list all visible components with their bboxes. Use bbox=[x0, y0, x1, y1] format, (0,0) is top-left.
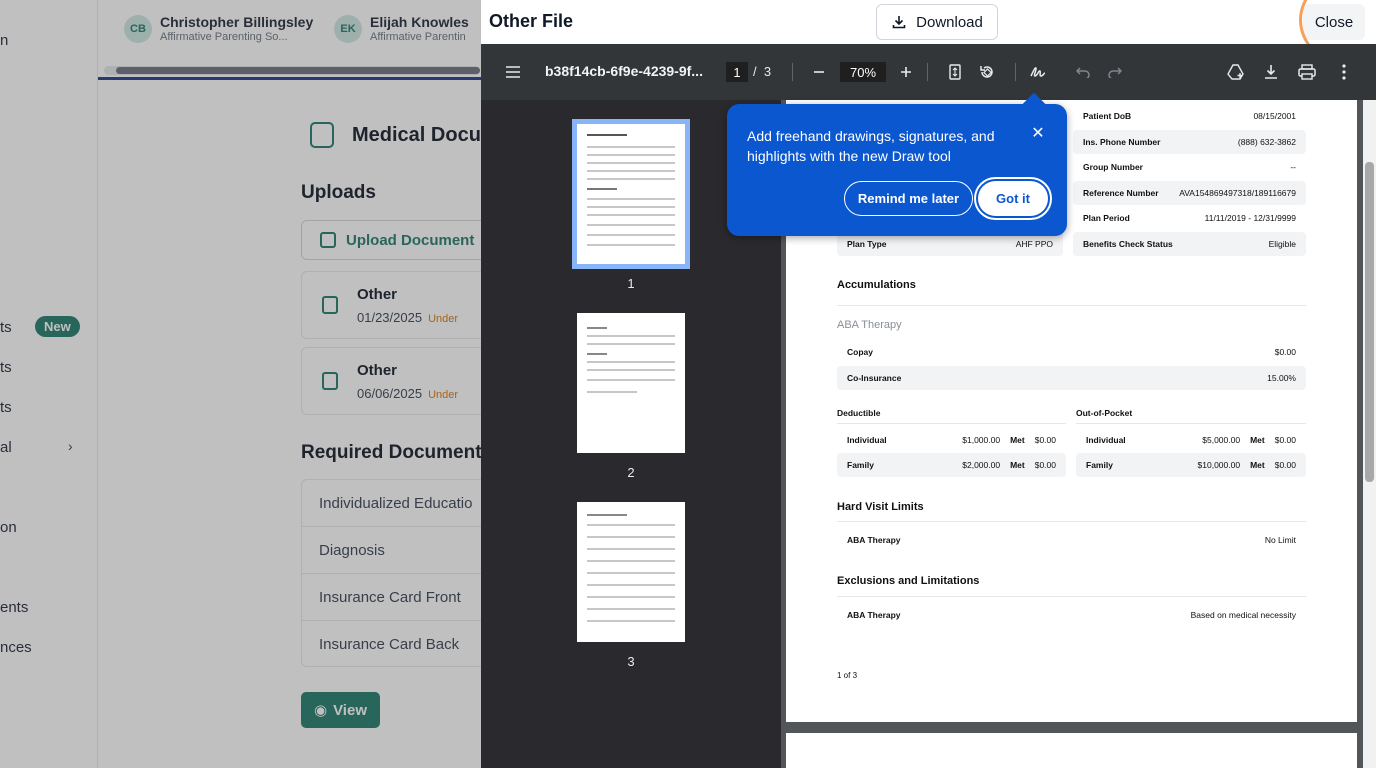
modal-header: Other File Download Close bbox=[481, 0, 1376, 68]
page-thumbnail-1[interactable] bbox=[572, 119, 690, 269]
download-button[interactable]: Download bbox=[876, 4, 998, 40]
pdf-download-icon[interactable] bbox=[1259, 60, 1283, 84]
page-thumbnail-2[interactable] bbox=[577, 313, 685, 453]
kv-row: Ins. Phone Number (888) 632-3862 bbox=[1073, 130, 1306, 154]
page-total: / 3 bbox=[753, 64, 772, 79]
kv-row: Co-Insurance 15.00% bbox=[837, 366, 1306, 390]
kv-row: Group Number -- bbox=[1083, 162, 1296, 172]
kv-row: Family $10,000.00 Met $0.00 bbox=[1076, 453, 1306, 477]
rotate-icon[interactable] bbox=[975, 60, 999, 84]
zoom-input[interactable]: 70% bbox=[840, 62, 886, 82]
document-page-2 bbox=[786, 733, 1357, 768]
thumbnail-number: 2 bbox=[627, 465, 635, 480]
accumulations-heading: Accumulations bbox=[837, 279, 916, 291]
pdf-toolbar: b38f14cb-6f9e-4239-9f... 1 / 3 70% bbox=[481, 44, 1376, 100]
close-icon[interactable]: ✕ bbox=[1029, 124, 1047, 142]
visit-limits-heading: Hard Visit Limits bbox=[837, 501, 924, 513]
pdf-viewer: b38f14cb-6f9e-4239-9f... 1 / 3 70% 1 2 3… bbox=[481, 44, 1376, 768]
file-modal: Other File Download Close b38f14cb-6f9e-… bbox=[481, 0, 1376, 768]
therapy-label: ABA Therapy bbox=[837, 319, 902, 331]
thumbnail-number: 3 bbox=[627, 654, 635, 669]
zoom-in-icon[interactable] bbox=[894, 60, 918, 84]
vertical-scrollbar[interactable] bbox=[1363, 100, 1376, 768]
kv-row: Family $2,000.00 Met $0.00 bbox=[837, 453, 1066, 477]
kv-row: ABA Therapy Based on medical necessity bbox=[847, 610, 1296, 620]
kv-row: Benefits Check Status Eligible bbox=[1073, 232, 1306, 256]
undo-icon[interactable] bbox=[1071, 60, 1095, 84]
redo-icon[interactable] bbox=[1103, 60, 1127, 84]
download-icon bbox=[892, 16, 906, 29]
print-icon[interactable] bbox=[1295, 60, 1319, 84]
kv-row: Patient DoB 08/15/2001 bbox=[1083, 111, 1296, 121]
page-footer: 1 of 3 bbox=[837, 671, 858, 680]
draw-tool-popover: Add freehand drawings, signatures, and h… bbox=[727, 92, 1067, 236]
kv-row: ABA Therapy No Limit bbox=[847, 535, 1296, 545]
deductible-heading: Deductible bbox=[837, 408, 881, 418]
close-button[interactable]: Close bbox=[1303, 4, 1365, 40]
more-options-icon[interactable] bbox=[1332, 60, 1356, 84]
exclusions-heading: Exclusions and Limitations bbox=[837, 575, 980, 587]
draw-icon[interactable] bbox=[1026, 60, 1050, 84]
kv-row: Individual $1,000.00 Met $0.00 bbox=[847, 435, 1056, 445]
page-number-input[interactable]: 1 bbox=[726, 62, 748, 82]
kv-row: Copay $0.00 bbox=[847, 347, 1296, 357]
out-of-pocket-heading: Out-of-Pocket bbox=[1076, 408, 1133, 418]
pdf-file-name: b38f14cb-6f9e-4239-9f... bbox=[545, 63, 703, 79]
popover-message: Add freehand drawings, signatures, and h… bbox=[747, 128, 995, 164]
page-thumbnail-3[interactable] bbox=[577, 502, 685, 642]
thumbnail-number: 1 bbox=[627, 276, 635, 291]
modal-title: Other File bbox=[489, 11, 574, 31]
fit-page-icon[interactable] bbox=[943, 60, 967, 84]
remind-me-later-button[interactable]: Remind me later bbox=[844, 181, 973, 216]
kv-row: Plan Period 11/11/2019 - 12/31/9999 bbox=[1083, 213, 1296, 223]
kv-row: Reference Number AVA154869497318/18911667… bbox=[1073, 181, 1306, 205]
menu-icon[interactable] bbox=[501, 60, 525, 84]
add-to-drive-icon[interactable] bbox=[1224, 60, 1248, 84]
zoom-out-icon[interactable] bbox=[807, 60, 831, 84]
kv-row: Individual $5,000.00 Met $0.00 bbox=[1086, 435, 1296, 445]
got-it-button[interactable]: Got it bbox=[974, 177, 1052, 220]
